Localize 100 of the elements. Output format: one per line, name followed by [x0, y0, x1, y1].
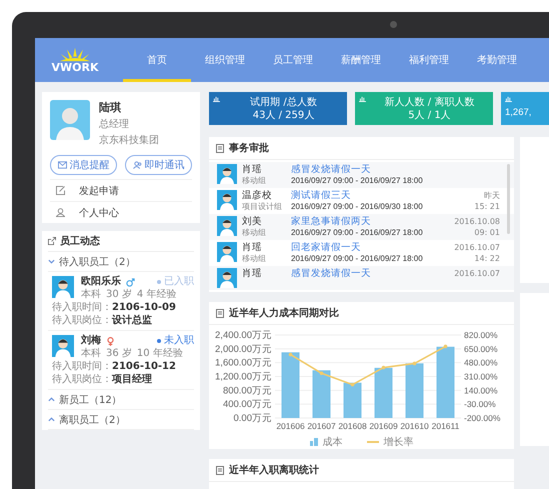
nav-tab[interactable]: 首页 [123, 38, 191, 82]
education-text: 本科 [81, 348, 101, 360]
request-time: 15: 21 [474, 201, 500, 212]
request-time: 09: 01 [474, 227, 500, 238]
point [350, 382, 354, 386]
axis-tick-label: 820.00% [464, 330, 498, 340]
age-text: 36 岁 [106, 348, 132, 360]
department-text: 移动组 [242, 175, 267, 186]
nav-tab[interactable]: 考勤管理 [463, 38, 531, 82]
request-link[interactable]: 回老家请假一天 [291, 242, 450, 253]
axis-tick-label: 480.00% [464, 358, 498, 368]
cost-bar [312, 370, 330, 418]
requester-name: 刘美 [242, 216, 263, 227]
point [288, 352, 292, 356]
request-time: 14: 22 [474, 253, 500, 264]
axis-tick-label: 400.00万元 [222, 399, 272, 410]
card-title: 员工动态 [60, 234, 100, 248]
request-link[interactable]: 家里急事请假两天 [291, 216, 450, 227]
user-company: 京东科技集团 [99, 134, 159, 147]
legend-bar-icon [310, 438, 318, 446]
share-icon [48, 237, 56, 245]
request-date: 昨天 [484, 190, 500, 201]
profile-photo-placeholder [50, 100, 90, 140]
document-icon [216, 144, 224, 152]
department-text: 移动组 [242, 253, 267, 264]
edit-icon [56, 186, 65, 195]
stat-value: 5人 / 1人 [408, 108, 451, 122]
female-icon [106, 336, 115, 346]
user-title: 总经理 [99, 118, 130, 131]
request-link[interactable]: 感冒发烧请假一天 [291, 164, 495, 175]
point [382, 366, 386, 370]
chevron-down-icon [48, 259, 55, 264]
point [444, 344, 448, 348]
legend-line-icon [366, 440, 378, 444]
axis-tick-label: 201608 [338, 421, 367, 431]
axis-tick-label: 201606 [276, 421, 305, 431]
nav-tab[interactable]: 福利管理 [395, 38, 463, 82]
requester-name: 肖瑶 [242, 242, 263, 253]
message-button[interactable]: 消息提醒 [50, 155, 117, 175]
nav-tab[interactable]: 薪酬管理 [327, 38, 395, 82]
status-label: 未入职 [164, 335, 194, 347]
chat-button[interactable]: 即时通讯 [125, 155, 192, 175]
person-name: 欧阳乐乐 [81, 276, 121, 288]
scrollbar[interactable] [507, 164, 510, 234]
cost-bar [344, 382, 362, 418]
avatar-silhouette [52, 276, 74, 298]
field-value: 2106-10-12 [112, 361, 176, 372]
group-label: 待入职员工（2） [59, 256, 136, 268]
request-date: 2016.10.08 [454, 216, 500, 227]
group-label: 离职员工（2） [59, 414, 126, 426]
user-name: 陆琪 [99, 100, 122, 115]
stat-value: 43人 / 259人 [252, 108, 314, 122]
request-link[interactable]: 感冒发烧请假一天 [291, 268, 450, 279]
department-text: 项目设计组 [242, 201, 283, 212]
request-link[interactable]: 测试请假三天 [291, 190, 470, 201]
leave-period: 2016/09/27 09:00 - 2016/09/27 18:00 [291, 253, 424, 264]
axis-tick-label: -30.00% [464, 399, 496, 410]
legend-label: 成本 [322, 436, 342, 449]
field-label: 待入职岗位： [52, 374, 112, 385]
axis-tick-label: 140.00% [464, 385, 498, 396]
field-value: 2106-10-09 [112, 302, 176, 313]
group-header[interactable]: 新员工（12） [48, 390, 194, 410]
axis-tick-label: 201611 [432, 421, 460, 431]
request-date: 2016.10.07 [454, 268, 500, 279]
nav-tab[interactable]: 组织管理 [191, 38, 259, 82]
document-icon [216, 308, 224, 318]
point [320, 371, 324, 376]
camera-icon [390, 21, 397, 28]
cost-bar [406, 363, 424, 418]
leave-period: 2016/09/27 09:00 - 2016/09/30 18:00 [291, 201, 424, 212]
bar-chart-icon [213, 96, 220, 102]
logo-wordmark: VWORK [52, 62, 98, 74]
cost-bar [436, 346, 454, 418]
menu-item[interactable]: 发起申请 [50, 179, 192, 201]
bar-chart-icon [505, 96, 512, 102]
group-header[interactable]: 待入职员工（2） [48, 252, 194, 272]
axis-tick-label: 2,000.00万元 [215, 344, 272, 355]
axis-tick-label: 201607 [307, 421, 336, 431]
group-header[interactable]: 离职员工（2） [48, 410, 194, 430]
card-title: 近半年人力成本同期对比 [229, 306, 339, 320]
field-label: 待入职时间： [52, 302, 112, 313]
nav-tab[interactable]: 员工管理 [259, 38, 327, 82]
document-icon [216, 466, 224, 474]
group-label: 新员工（12） [59, 394, 122, 406]
axis-tick-label: 0.00万元 [234, 413, 272, 424]
bar-chart-icon [359, 96, 366, 102]
experience-text: 4 年经验 [136, 289, 176, 301]
field-value: 项目经理 [112, 374, 152, 385]
menu-item[interactable]: 个人中心 [50, 201, 192, 223]
axis-tick-label: 1,200.00万元 [215, 372, 272, 382]
field-label: 待入职时间： [52, 361, 112, 372]
chevron-up-icon [48, 417, 55, 422]
experience-text: 10 年经验 [136, 348, 183, 360]
requester-name: 温彦校 [242, 190, 273, 201]
axis-tick-label: -200.00% [464, 413, 500, 423]
requester-name: 肖瑶 [242, 164, 263, 175]
department-text: 移动组 [242, 227, 267, 238]
people-icon [132, 161, 142, 169]
avatar-silhouette [52, 335, 74, 357]
cost-bar [374, 368, 392, 418]
